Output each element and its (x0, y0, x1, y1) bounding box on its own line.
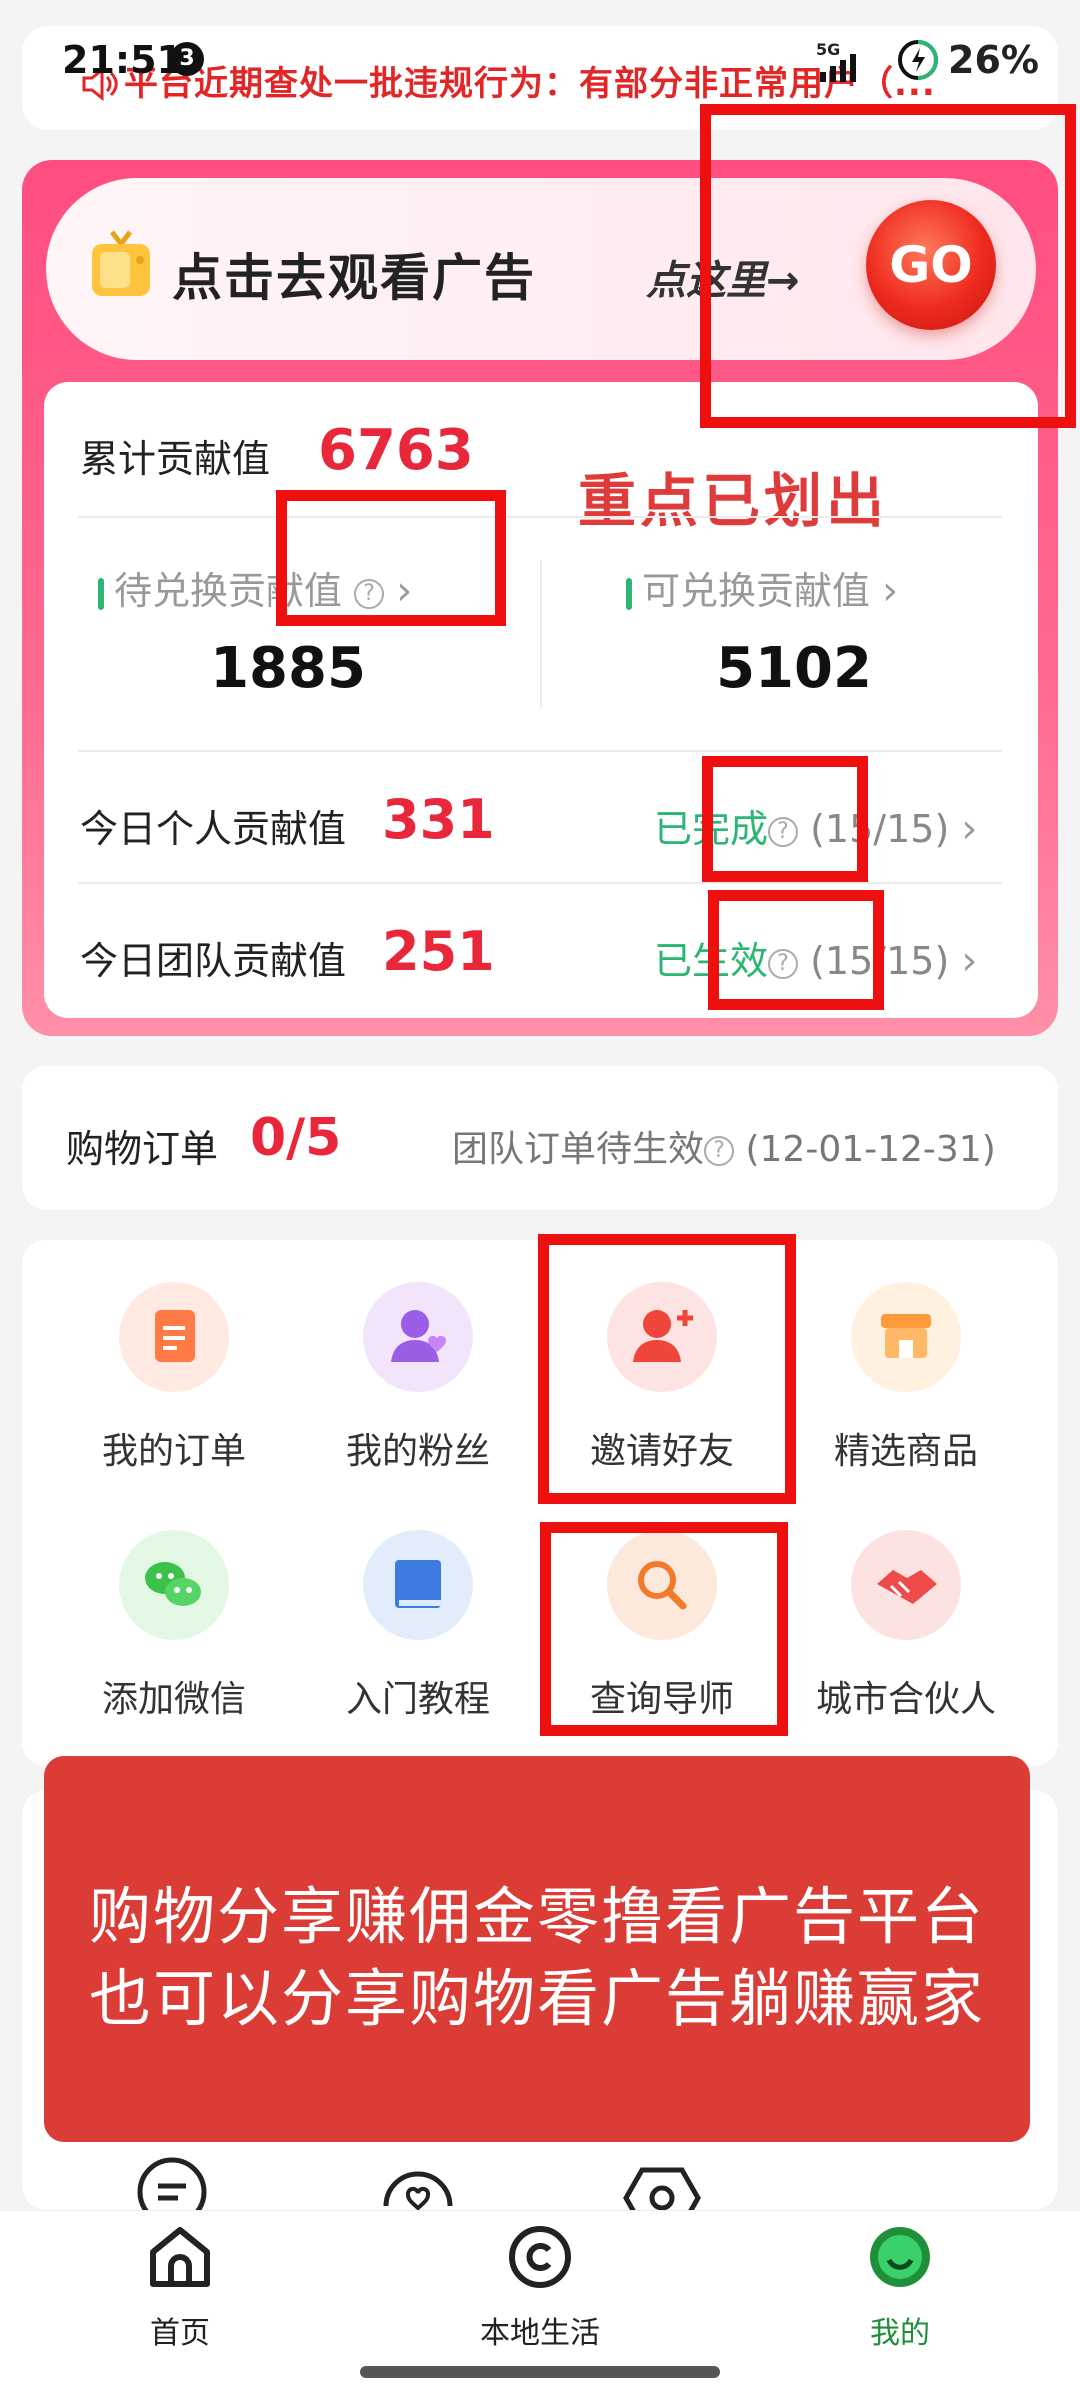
available-contribution-link[interactable]: 可兑换贡献值 › (626, 560, 898, 615)
menu-item-label: 我的订单 (101, 1431, 246, 1472)
annotation-box (708, 890, 884, 1010)
available-contribution-value: 5102 (716, 636, 872, 701)
menu-item-featured-products[interactable]: 精选商品 (796, 1282, 1016, 1474)
promo-line-1: 购物分享赚佣金零撸看广告平台 (88, 1880, 985, 1953)
pending-contribution-value: 1885 (210, 636, 366, 701)
divider (78, 750, 1002, 752)
annotation-box (276, 490, 506, 626)
battery-level: 26% (948, 38, 1039, 82)
chevron-right-icon: › (961, 806, 978, 852)
book-icon (363, 1530, 473, 1640)
settings-icon[interactable] (622, 2156, 702, 2210)
home-indicator (360, 2366, 720, 2378)
total-contribution-label: 累计贡献值 (80, 437, 271, 481)
home-icon (150, 2227, 210, 2287)
tab-profile[interactable]: 我的 (800, 2222, 1000, 2352)
tab-label: 首页 (150, 2316, 210, 2351)
annotation-box (700, 104, 1076, 428)
handshake-icon (851, 1530, 961, 1640)
today-team-label: 今日团队贡献值 (80, 939, 347, 983)
promo-banner: 购物分享赚佣金零撸看广告平台 也可以分享购物看广告躺赚赢家 (44, 1756, 1030, 2142)
signal-icon (820, 54, 856, 82)
fans-icon (363, 1282, 473, 1392)
total-contribution-value: 6763 (318, 418, 474, 483)
shopping-order-value: 0/5 (250, 1108, 342, 1168)
divider (540, 560, 542, 708)
status-time: 21:51 (62, 38, 183, 82)
annotation-box (538, 1234, 796, 1504)
battery-charging-icon (898, 40, 938, 80)
menu-item-label: 入门教程 (345, 1679, 490, 1720)
order-icon (119, 1282, 229, 1392)
promo-line-2: 也可以分享购物看广告躺赚赢家 (88, 1962, 985, 2035)
menu-item-my-orders[interactable]: 我的订单 (64, 1282, 284, 1474)
divider (78, 882, 1002, 884)
tab-local-life[interactable]: 本地生活 (440, 2222, 640, 2352)
tab-label: 我的 (870, 2316, 930, 2351)
message-icon[interactable] (136, 2156, 208, 2210)
available-contribution-label: 可兑换贡献值 (642, 569, 871, 613)
wechat-icon (119, 1530, 229, 1640)
chevron-right-icon: › (961, 938, 978, 984)
menu-item-city-partner[interactable]: 城市合伙人 (796, 1530, 1016, 1722)
team-order-status: 团队订单待生效? (12-01-12-31) (452, 1120, 996, 1172)
notice-text: 平台近期查处一批违规行为：有部分非正常用户（... (124, 64, 936, 104)
menu-item-label: 添加微信 (101, 1679, 246, 1720)
tab-home[interactable]: 首页 (80, 2222, 280, 2352)
store-icon (851, 1282, 961, 1392)
menu-item-label: 我的粉丝 (345, 1431, 490, 1472)
support-icon[interactable] (376, 2156, 460, 2210)
chevron-right-icon: › (882, 568, 899, 614)
green-marker (626, 577, 632, 610)
tv-icon (92, 230, 150, 296)
annotation-text: 重点已划出 (578, 467, 889, 535)
today-personal-value: 331 (382, 788, 495, 851)
profile-icon (870, 2227, 930, 2287)
today-team-value: 251 (382, 920, 495, 983)
menu-item-label: 城市合伙人 (815, 1679, 996, 1720)
notification-badge: 3 (170, 42, 204, 76)
local-life-icon (509, 2226, 571, 2288)
menu-item-add-wechat[interactable]: 添加微信 (64, 1530, 284, 1722)
order-date-range: (12-01-12-31) (745, 1129, 996, 1170)
menu-item-my-fans[interactable]: 我的粉丝 (308, 1282, 528, 1474)
tab-label: 本地生活 (480, 2316, 600, 2351)
shopping-order-label: 购物订单 (66, 1127, 219, 1171)
today-personal-label: 今日个人贡献值 (80, 807, 347, 851)
divider (78, 516, 1002, 518)
annotation-box (540, 1522, 788, 1736)
annotation-box (702, 756, 868, 882)
green-marker (98, 577, 104, 610)
team-order-status-text: 团队订单待生效 (452, 1129, 705, 1170)
menu-item-label: 精选商品 (833, 1431, 978, 1472)
help-icon[interactable]: ? (704, 1136, 735, 1166)
menu-item-tutorial[interactable]: 入门教程 (308, 1530, 528, 1722)
watch-ad-title: 点击去观看广告 (172, 249, 536, 307)
